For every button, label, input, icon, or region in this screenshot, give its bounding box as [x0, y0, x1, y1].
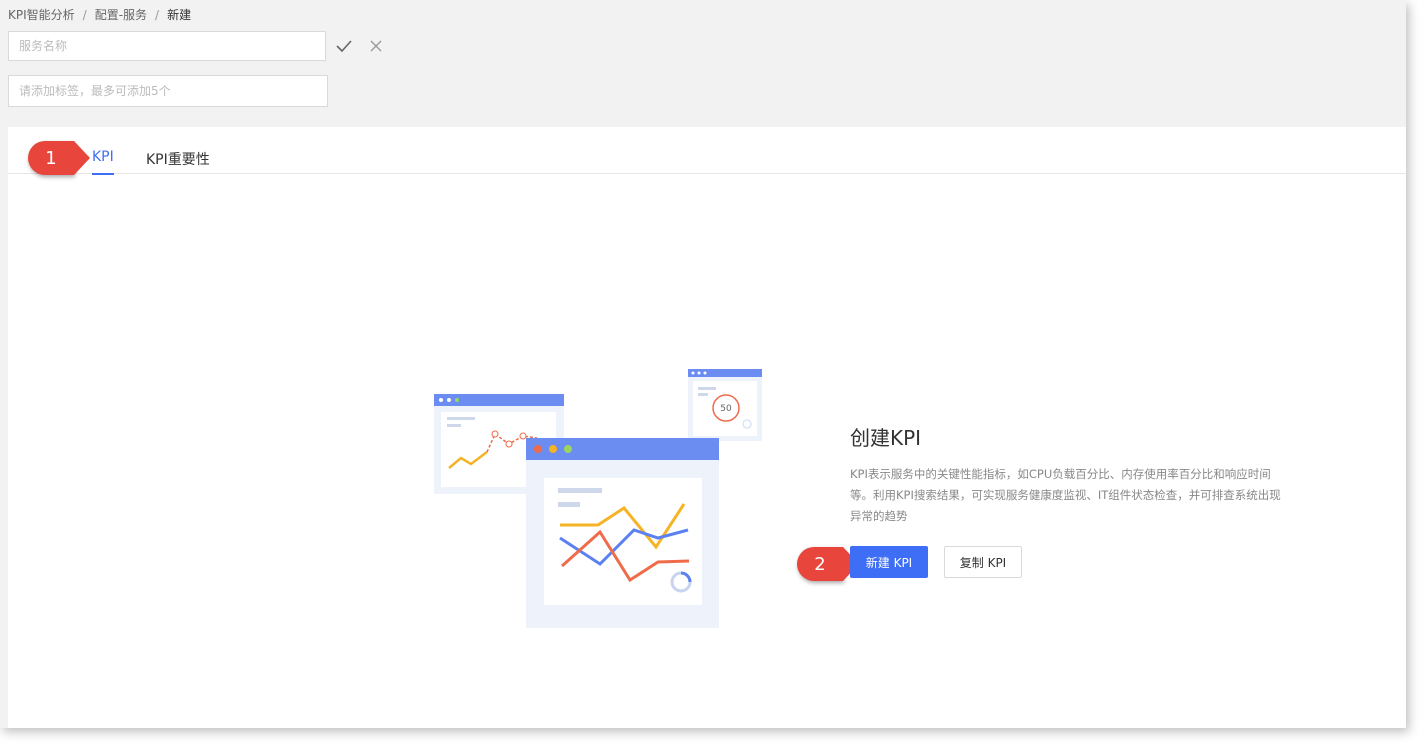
empty-state-description: KPI表示服务中的关键性能指标，如CPU负载百分比、内存使用率百分比和响应时间等… — [850, 467, 1281, 523]
breadcrumb-separator: / — [82, 8, 87, 22]
breadcrumb-item-config-service[interactable]: 配置-服务 — [95, 6, 147, 23]
tab-kpi-importance[interactable]: KPI重要性 — [146, 149, 210, 177]
breadcrumb: KPI智能分析 / 配置-服务 / 新建 — [8, 6, 191, 23]
gauge-value: 50 — [720, 404, 732, 414]
tag-input[interactable] — [8, 75, 328, 107]
breadcrumb-item-kpi-analysis[interactable]: KPI智能分析 — [8, 6, 75, 23]
copy-kpi-button[interactable]: 复制 KPI — [944, 546, 1022, 578]
callout-marker-2: 2 — [797, 547, 859, 581]
tab-bar: KPI KPI重要性 — [8, 127, 1406, 177]
breadcrumb-separator: / — [155, 8, 160, 22]
breadcrumb-item-new: 新建 — [167, 8, 192, 22]
tab-kpi[interactable]: KPI — [92, 149, 114, 175]
empty-state-illustration: 50 — [434, 369, 762, 628]
cancel-close-icon[interactable] — [366, 36, 386, 56]
callout-marker-1: 1 — [28, 141, 90, 175]
confirm-check-icon[interactable] — [334, 36, 354, 56]
new-kpi-button[interactable]: 新建 KPI — [850, 546, 928, 578]
empty-state-title: 创建KPI — [850, 426, 922, 450]
service-name-input[interactable] — [8, 31, 326, 61]
